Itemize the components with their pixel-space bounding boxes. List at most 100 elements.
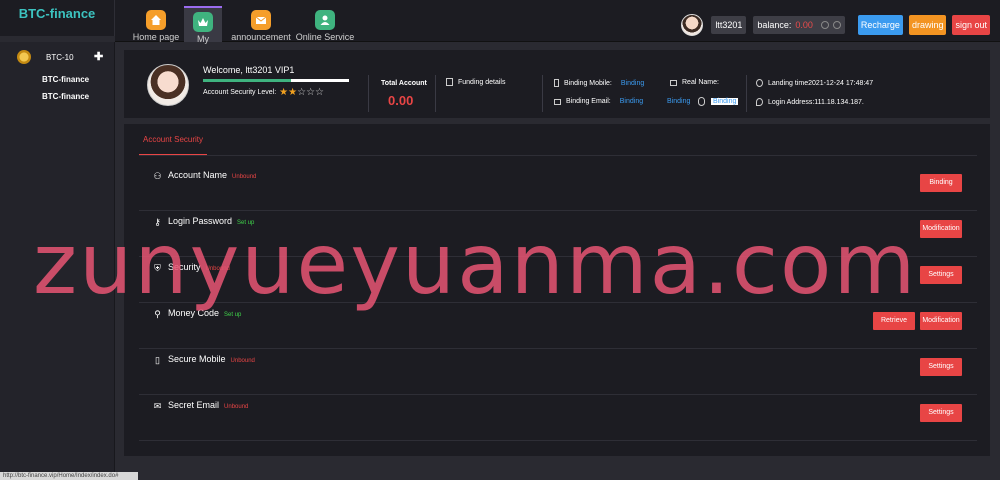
binding-email-link[interactable]: Binding [620, 98, 643, 105]
profile-card: Welcome, ltt3201 VIP1 Account Security L… [124, 50, 990, 118]
security-row-label: Login Password Set up [168, 216, 254, 226]
binding-button[interactable]: Binding [920, 174, 962, 192]
star-icon: ★ [279, 87, 289, 98]
nav-home[interactable]: Home page [132, 6, 180, 42]
security-row-title: Secret Email [168, 400, 220, 410]
security-row-status: Unbound [232, 174, 257, 180]
tab-divider [139, 155, 977, 156]
real-name-label: Real Name: [682, 79, 719, 86]
security-row-title: Secure Mobile [168, 354, 226, 364]
sidebar-group-header[interactable]: BTC-10 [17, 50, 74, 64]
nav-announcement-label: announcement [231, 32, 291, 42]
mail-icon [251, 10, 271, 30]
id-card-icon [670, 79, 677, 86]
document-icon [446, 78, 453, 86]
top-right-actions: ltt3201 balance: 0.00 Recharge drawing s… [681, 14, 990, 36]
sidebar-group-title: BTC-10 [46, 52, 74, 62]
status-bar-url: http://btc-finance.vip/Home/Index/index.… [0, 472, 138, 480]
binding-qq: Binding [698, 97, 739, 106]
funding-details-link[interactable]: Funding details [446, 78, 505, 86]
security-stars: ★★☆☆☆ [279, 87, 324, 98]
crown-icon [193, 12, 213, 32]
security-row-title: Login Password [168, 216, 233, 226]
star-icon: ☆ [306, 87, 316, 98]
security-row: ⚷ Login Password Set up Modification [139, 211, 977, 257]
landing-time: Landing time2021-12-24 17:48:47 [756, 79, 873, 87]
binding-extra: Binding [662, 98, 690, 105]
security-row-status: Unbound [205, 266, 230, 272]
sidebar-link-btc-finance[interactable]: BTC-finance [42, 75, 89, 84]
total-account-value: 0.00 [388, 93, 414, 108]
security-row-label: Account Name Unbound [168, 170, 256, 180]
nav-my[interactable]: My [184, 6, 222, 44]
eye-icon[interactable] [820, 21, 829, 29]
settings-button[interactable]: Settings [920, 266, 962, 284]
security-row: ⚇ Account Name Unbound Binding [139, 165, 977, 211]
mail-icon: ✉ [153, 401, 162, 411]
divider [368, 75, 369, 112]
home-icon [146, 10, 166, 30]
binding-extra-link[interactable]: Binding [667, 98, 690, 105]
sign-out-button[interactable]: sign out [952, 15, 990, 35]
login-address: Login Address:111.18.134.187. [756, 98, 864, 106]
mobile-icon: ▯ [155, 355, 160, 365]
person-icon [315, 10, 335, 30]
security-level-label: Account Security Level: [203, 89, 277, 96]
star-icon: ☆ [297, 87, 307, 98]
real-name: Real Name: [670, 79, 719, 86]
mobile-icon [554, 79, 559, 87]
binding-mobile: Binding Mobile: Binding [554, 79, 644, 87]
clock-icon [756, 79, 763, 87]
divider [435, 75, 436, 112]
nav-online-service[interactable]: Online Service [294, 6, 356, 42]
security-row-status: Unbound [230, 358, 255, 364]
binding-qq-link[interactable]: Binding [711, 98, 739, 105]
binding-mobile-link[interactable]: Binding [621, 80, 644, 87]
security-row-title: Money Code [168, 308, 220, 318]
binding-email: Binding Email: Binding [554, 98, 643, 105]
nav-online-service-label: Online Service [295, 32, 355, 42]
binding-mobile-label: Binding Mobile: [564, 79, 612, 87]
total-account-label: Total Account [381, 80, 427, 87]
binding-email-label: Binding Email: [566, 98, 611, 105]
nav-my-label: My [197, 34, 209, 44]
security-row: ⚲ Money Code Set up Modification Retrieve [139, 303, 977, 349]
top-bar: BTC-finance Home page My announcement On… [0, 0, 1000, 44]
expand-plus-icon[interactable]: ✚ [94, 50, 103, 63]
security-row-status: Set up [237, 220, 255, 226]
profile-avatar[interactable] [147, 64, 189, 106]
retrieve-button[interactable]: Retrieve [873, 312, 915, 330]
security-row-status: Unbound [224, 404, 249, 410]
balance-pill: balance: 0.00 [753, 16, 845, 34]
login-address-text: Login Address:111.18.134.187. [768, 98, 864, 106]
welcome-text: Welcome, ltt3201 VIP1 [203, 65, 295, 75]
sidebar: BTC-10 ✚ BTC-finance BTC-finance [0, 42, 115, 480]
recharge-button[interactable]: Recharge [857, 15, 903, 35]
security-row: ✉ Secret Email Unbound Settings [139, 395, 977, 441]
user-avatar[interactable] [681, 14, 704, 36]
lock-icon: ⚷ [154, 217, 161, 227]
balance-label: balance: [757, 20, 792, 30]
security-progress-bar [203, 79, 349, 82]
account-security-panel: Account Security ⚇ Account Name Unbound Bin… [124, 124, 990, 456]
settings-button[interactable]: Settings [920, 358, 962, 376]
security-row-label: Security Unbound [168, 262, 230, 272]
brand-logo[interactable]: BTC-finance [0, 0, 115, 36]
funding-details-label: Funding details [458, 78, 506, 86]
modification-button[interactable]: Modification [920, 312, 962, 330]
user-icon: ⚇ [153, 171, 162, 181]
landing-time-text: Landing time2021-12-24 17:48:47 [768, 79, 874, 87]
sidebar-link-btc-finance[interactable]: BTC-finance [42, 92, 89, 101]
mail-icon [554, 98, 561, 105]
nav-announcement[interactable]: announcement [228, 6, 294, 42]
star-icon: ★ [288, 87, 298, 98]
tab-account-security[interactable]: Account Security [139, 132, 207, 155]
refresh-icon[interactable] [832, 21, 841, 29]
security-row-label: Secret Email Unbound [168, 400, 248, 410]
settings-button[interactable]: Settings [920, 404, 962, 422]
username-badge[interactable]: ltt3201 [711, 16, 747, 34]
modification-button[interactable]: Modification [920, 220, 962, 238]
drawing-button[interactable]: drawing [908, 15, 947, 35]
nav-home-label: Home page [132, 32, 180, 42]
security-row-title: Account Name [168, 170, 228, 180]
